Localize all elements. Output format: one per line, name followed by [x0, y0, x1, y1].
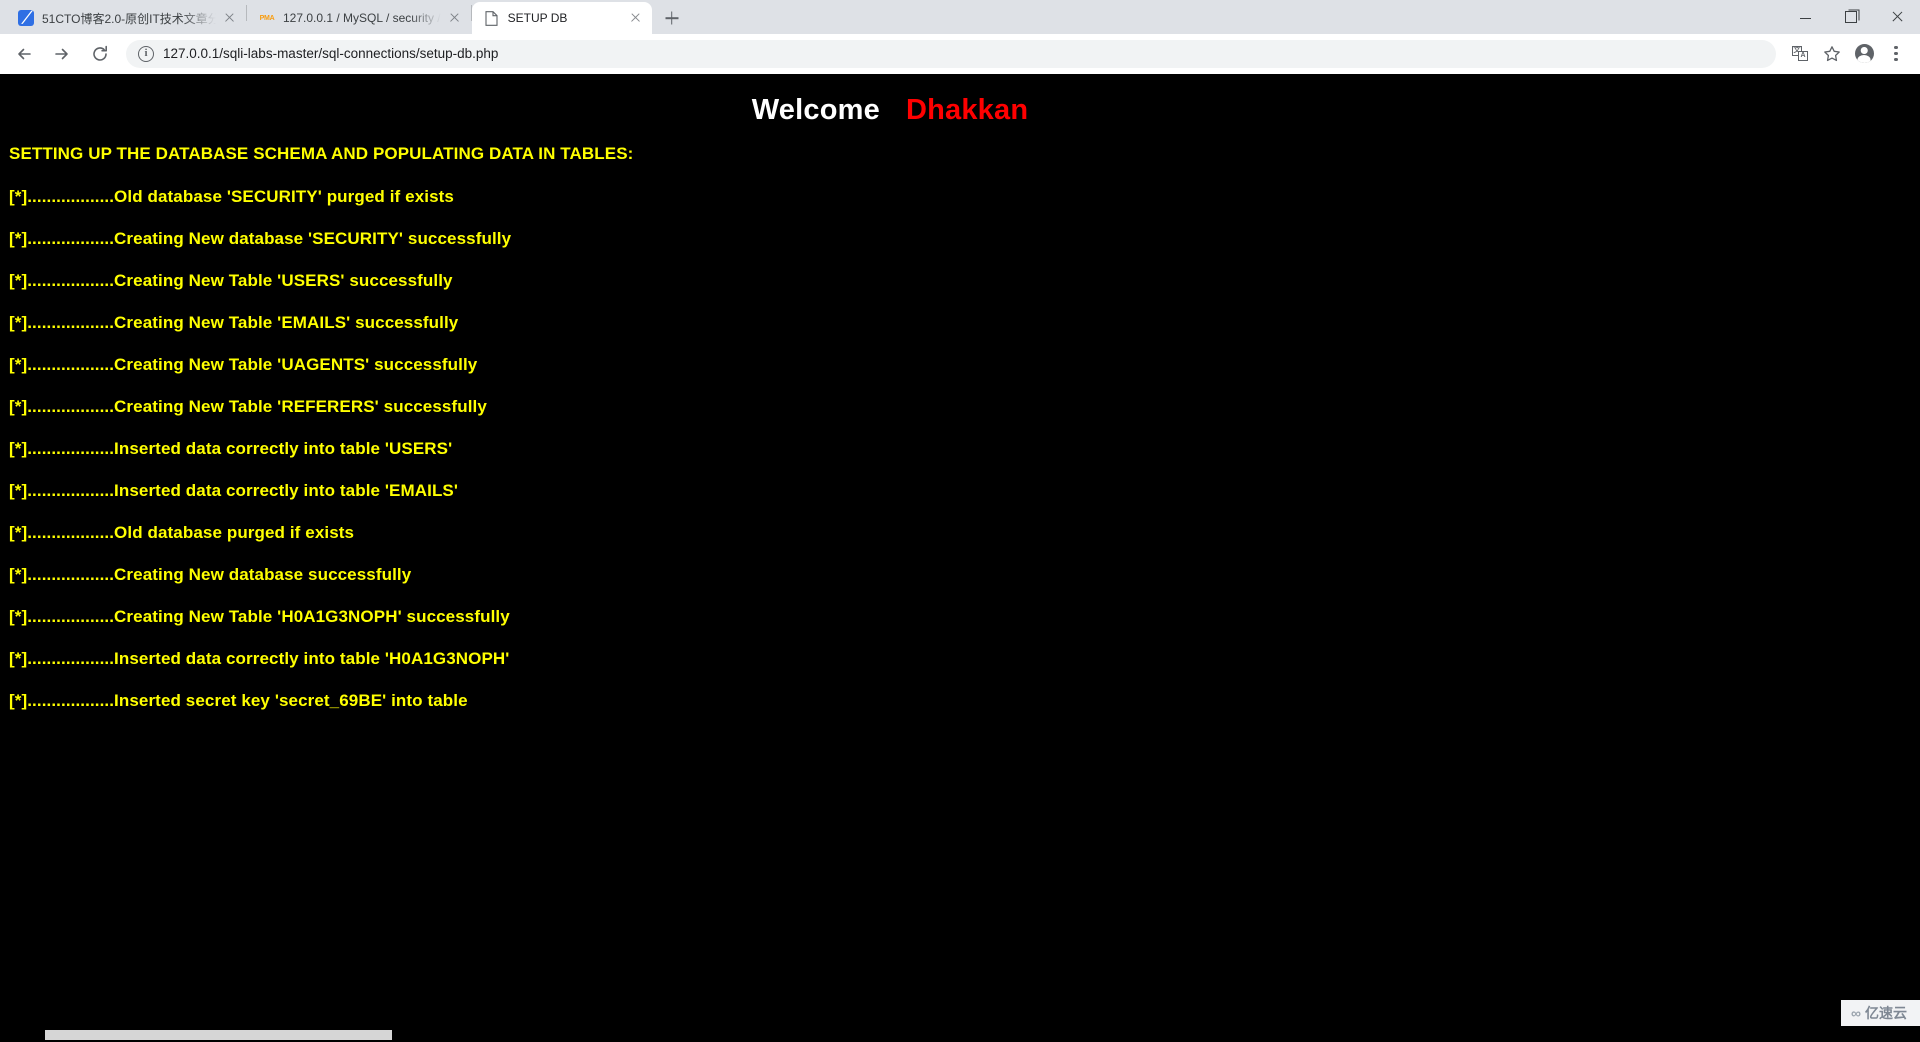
tab-close-icon[interactable]	[447, 10, 463, 26]
log-line: [*]..................Inserted data corre…	[9, 439, 453, 458]
log-line: [*]..................Creating New databa…	[9, 565, 412, 584]
page-title: Welcome Dhakkan	[0, 74, 1920, 127]
back-button[interactable]	[10, 40, 38, 68]
maximize-button[interactable]	[1828, 0, 1874, 34]
browser-toolbar: i 127.0.0.1/sqli-labs-master/sql-connect…	[0, 34, 1920, 74]
tab-title: 127.0.0.1 / MySQL / security /	[283, 11, 441, 25]
tab-title: SETUP DB	[507, 11, 568, 25]
address-bar[interactable]: i 127.0.0.1/sqli-labs-master/sql-connect…	[126, 39, 1776, 68]
watermark-logo-icon: ∞	[1851, 1005, 1861, 1021]
browser-tab-51cto[interactable]: ╱ 51CTO博客2.0-原创IT技术文章分	[6, 2, 246, 34]
watermark: ∞ 亿速云	[1841, 1000, 1920, 1026]
tab-close-icon[interactable]	[222, 10, 238, 26]
document-icon	[484, 10, 500, 26]
scrollbar-thumb[interactable]	[45, 1030, 392, 1040]
window-controls	[1782, 0, 1920, 34]
close-window-button[interactable]	[1874, 0, 1920, 34]
url-text: 127.0.0.1/sqli-labs-master/sql-connectio…	[163, 46, 499, 61]
brand-text: Dhakkan	[905, 94, 1029, 126]
tab-close-icon[interactable]	[628, 10, 644, 26]
page-viewport: Welcome Dhakkan SETTING UP THE DATABASE S…	[0, 74, 1920, 1042]
horizontal-scrollbar[interactable]	[0, 1027, 1920, 1042]
log-line: [*]..................Inserted secret key…	[9, 691, 468, 710]
log-line: [*]..................Creating New Table …	[9, 271, 453, 290]
log-line: [*]..................Creating New Table …	[9, 397, 487, 416]
log-line: [*]..................Creating New Table …	[9, 607, 510, 626]
forward-button[interactable]	[48, 40, 76, 68]
browser-menu-icon[interactable]	[1882, 40, 1910, 68]
log-heading: SETTING UP THE DATABASE SCHEMA AND POPUL…	[9, 144, 634, 163]
translate-icon-bottom: A	[1798, 51, 1808, 61]
welcome-text: Welcome	[751, 94, 880, 126]
browser-window: ╱ 51CTO博客2.0-原创IT技术文章分 PMA 127.0.0.1 / M…	[0, 0, 1920, 1042]
log-line: [*]..................Old database 'SECUR…	[9, 187, 454, 206]
site-info-icon[interactable]: i	[138, 45, 154, 62]
setup-log: SETTING UP THE DATABASE SCHEMA AND POPUL…	[0, 127, 1920, 709]
bookmark-star-icon[interactable]	[1818, 40, 1846, 68]
tab-title: 51CTO博客2.0-原创IT技术文章分	[42, 11, 216, 26]
watermark-text: 亿速云	[1865, 1005, 1907, 1021]
browser-tab-setup-db[interactable]: SETUP DB	[471, 2, 652, 34]
reload-button[interactable]	[86, 40, 114, 68]
tab-strip: ╱ 51CTO博客2.0-原创IT技术文章分 PMA 127.0.0.1 / M…	[0, 0, 1920, 34]
log-line: [*]..................Creating New Table …	[9, 355, 478, 374]
browser-tab-phpmyadmin[interactable]: PMA 127.0.0.1 / MySQL / security /	[247, 2, 471, 34]
profile-avatar-icon[interactable]	[1850, 40, 1878, 68]
log-line: [*]..................Inserted data corre…	[9, 481, 459, 500]
log-line: [*]..................Old database purged…	[9, 523, 355, 542]
log-line: [*]..................Creating New Table …	[9, 313, 459, 332]
new-tab-button[interactable]	[658, 4, 686, 32]
phpmyadmin-icon: PMA	[259, 14, 275, 22]
log-line: [*]..................Inserted data corre…	[9, 649, 510, 668]
log-line: [*]..................Creating New databa…	[9, 229, 512, 248]
translate-icon[interactable]: 文 A	[1786, 40, 1814, 68]
51cto-icon: ╱	[18, 10, 34, 26]
minimize-button[interactable]	[1782, 0, 1828, 34]
